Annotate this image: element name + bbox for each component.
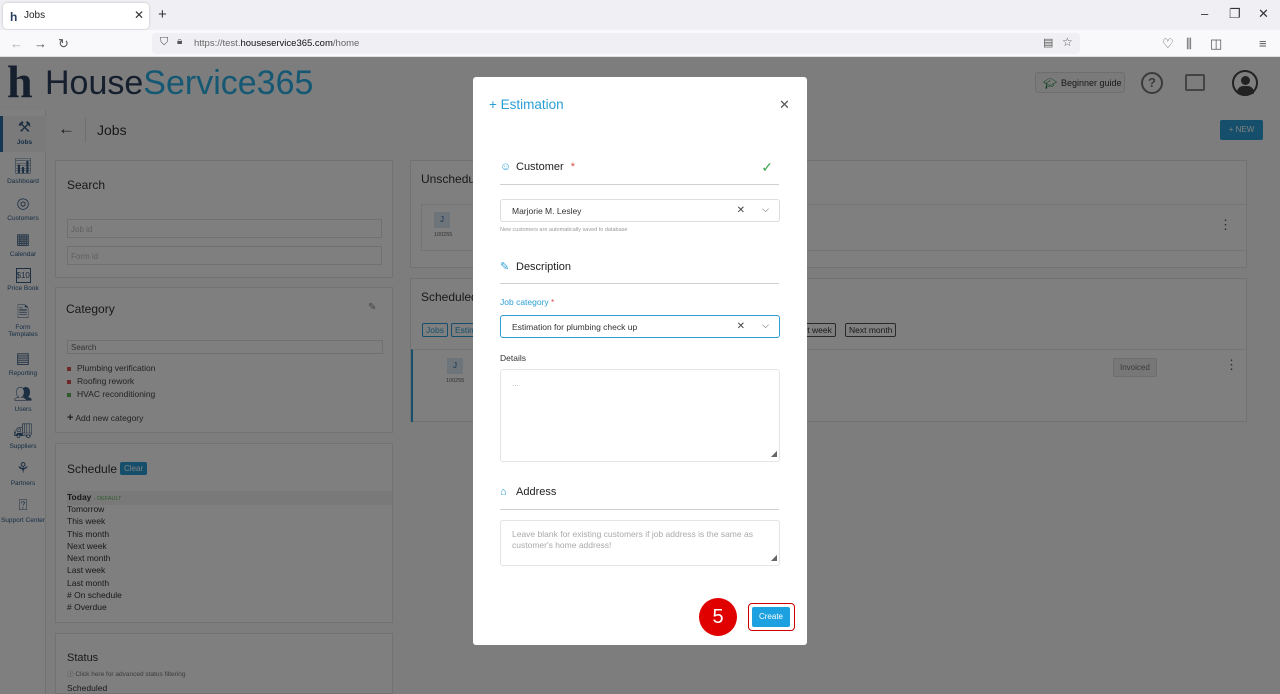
pocket-icon[interactable]: ♡ — [1162, 36, 1174, 52]
clear-icon[interactable]: ✕ — [737, 205, 745, 216]
browser-tab[interactable]: h Jobs ✕ — [3, 3, 149, 29]
url-text: https://test.houseservice365.com/home — [194, 38, 360, 49]
window-close-icon[interactable]: ✕ — [1258, 6, 1269, 22]
create-button[interactable]: Create — [752, 607, 790, 627]
chevron-down-icon[interactable]: ⌵ — [762, 320, 769, 331]
chevron-down-icon[interactable]: ⌵ — [762, 204, 769, 215]
details-textarea[interactable]: ... ◢ — [500, 369, 780, 462]
step-marker: 5 — [699, 598, 737, 636]
customer-select[interactable]: Marjorie M. Lesley ✕ ⌵ — [500, 199, 780, 222]
job-category-label: Job category * — [500, 297, 555, 307]
details-label: Details — [500, 353, 526, 363]
sidebar-toggle-icon[interactable]: ◫ — [1210, 36, 1222, 52]
job-category-select[interactable]: Estimation for plumbing check up ✕ ⌵ — [500, 315, 780, 338]
reload-icon[interactable]: ↻ — [58, 36, 69, 52]
forward-icon[interactable]: → — [34, 36, 47, 51]
restore-icon[interactable]: ❐ — [1229, 6, 1241, 22]
close-tab-icon[interactable]: ✕ — [134, 8, 144, 22]
new-tab-icon[interactable]: + — [158, 6, 167, 23]
modal-title: + Estimation — [489, 97, 564, 112]
customer-section-header: ☺ Customer * ✓ — [500, 159, 779, 185]
browser-nav-bar: ← → ↻ ⛉ 🔒︎ https://test.houseservice365.… — [0, 30, 1280, 79]
back-icon[interactable]: ← — [10, 36, 23, 51]
minimize-icon[interactable]: – — [1201, 6, 1208, 21]
address-section-header: ⌂ Address — [500, 486, 779, 510]
browser-tab-bar: h Jobs ✕ + – ❐ ✕ — [0, 0, 1280, 30]
resize-handle-icon[interactable]: ◢ — [771, 552, 777, 563]
estimation-modal: + Estimation ✕ ☺ Customer * ✓ Marjorie M.… — [473, 77, 807, 645]
customer-hint: New customers are automatically saved to… — [500, 227, 628, 233]
clear-icon[interactable]: ✕ — [737, 321, 745, 332]
menu-icon[interactable]: ≡ — [1259, 36, 1267, 51]
edit-note-icon: ✎ — [500, 261, 510, 273]
favicon-icon: h — [10, 10, 18, 24]
resize-handle-icon[interactable]: ◢ — [771, 448, 777, 459]
shield-icon[interactable]: ⛉ — [160, 36, 168, 49]
description-section-header: ✎ Description — [500, 260, 779, 284]
lock-icon[interactable]: 🔒︎ — [177, 36, 182, 47]
check-icon: ✓ — [761, 159, 773, 175]
library-icon[interactable]: ⫼ — [1186, 36, 1192, 52]
tab-title: Jobs — [24, 10, 46, 21]
close-icon[interactable]: ✕ — [779, 97, 790, 113]
user-circle-icon: ☺ — [500, 161, 512, 173]
bookmark-star-icon[interactable]: ☆ — [1062, 35, 1073, 49]
map-icon: ⌂ — [500, 486, 507, 498]
reader-icon[interactable]: ▤ — [1043, 36, 1053, 49]
address-textarea[interactable]: Leave blank for existing customers if jo… — [500, 520, 780, 566]
address-bar[interactable]: ⛉ 🔒︎ https://test.houseservice365.com/ho… — [152, 33, 1080, 54]
